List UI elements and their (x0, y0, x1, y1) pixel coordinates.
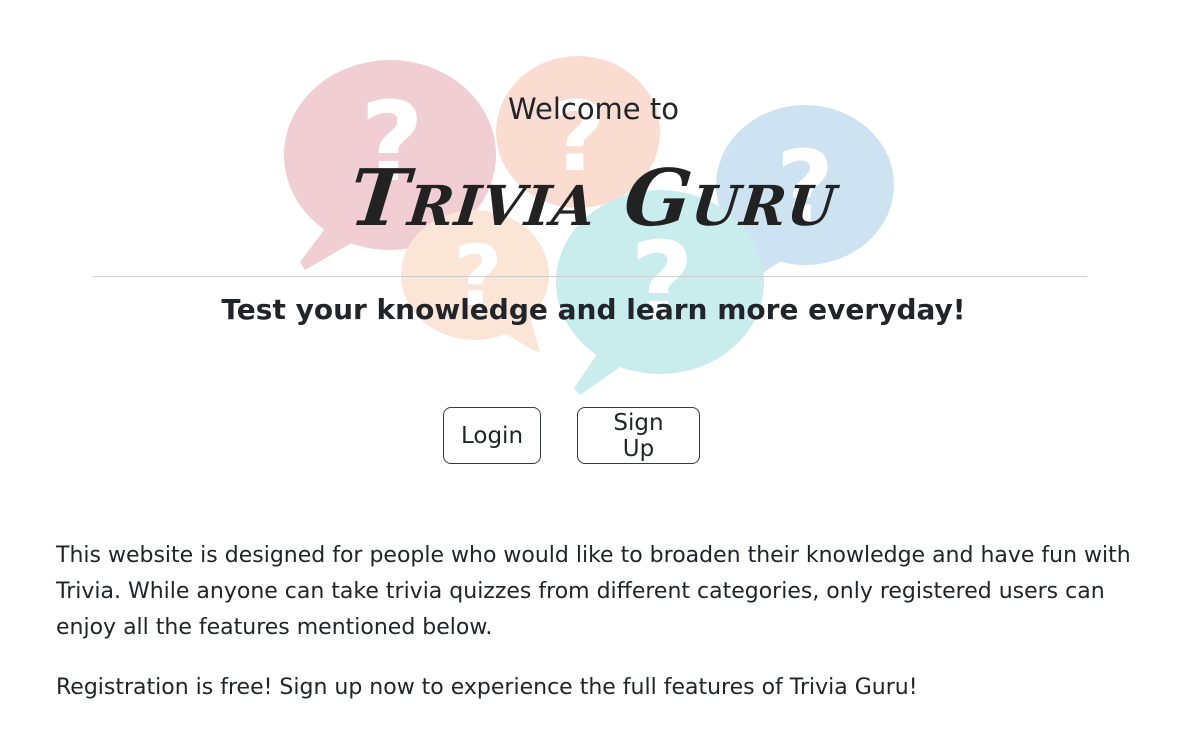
site-description: This website is designed for people who … (56, 543, 1131, 640)
auth-buttons: Login Sign Up (443, 407, 700, 464)
tagline: Test your knowledge and learn more every… (221, 293, 966, 326)
login-button[interactable]: Login (443, 407, 541, 464)
page: ? ? ? ? ? Welcome to Trivia Guru Test yo… (0, 0, 1187, 747)
divider (92, 276, 1087, 277)
registration-note: Registration is free! Sign up now to exp… (56, 675, 918, 700)
welcome-heading: Welcome to (508, 92, 679, 126)
brand-title: Trivia Guru (345, 153, 842, 244)
sign-up-button[interactable]: Sign Up (577, 407, 700, 464)
